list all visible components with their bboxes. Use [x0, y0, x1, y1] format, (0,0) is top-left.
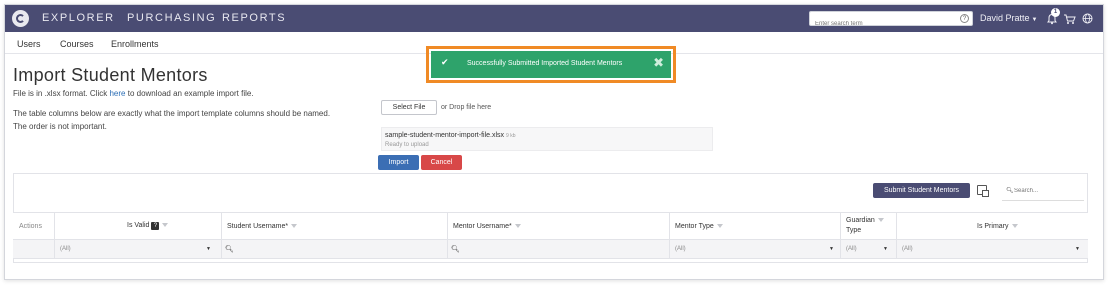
filter-icon[interactable] — [716, 224, 723, 229]
col-header-actions: Actions — [13, 213, 55, 239]
caret-down-icon: ▼ — [883, 246, 888, 252]
filter-value-is-valid: (All) — [60, 246, 71, 252]
file-list-item: sample-student-mentor-import-file.xlsx 9 … — [381, 127, 713, 151]
help-badge-icon[interactable]: ? — [151, 222, 160, 230]
col-header-is-primary[interactable]: Is Primary — [897, 213, 1088, 239]
subnav-item-courses[interactable]: Courses — [60, 39, 94, 49]
download-example-link[interactable]: here — [109, 89, 125, 98]
page-title: Import Student Mentors — [13, 65, 208, 85]
is-primary-text: Is Primary — [977, 223, 1009, 230]
col-header-mentor-type[interactable]: Mentor Type — [670, 213, 841, 239]
search-icon: 🔍︎ — [225, 246, 234, 253]
is-valid-text: Is Valid — [127, 222, 150, 229]
guardian-type-text-1: Guardian — [846, 217, 875, 224]
col-label-mentor-type: Mentor Type — [675, 223, 723, 230]
grid-search: 🔍︎ — [1002, 181, 1084, 201]
col-header-guardian-type[interactable]: Guardian Type — [841, 213, 897, 239]
filter-icon[interactable] — [514, 224, 521, 229]
cart-icon[interactable] — [1063, 13, 1076, 25]
col-label-mentor-username: Mentor Username* — [453, 223, 521, 230]
notification-badge: 1 — [1051, 8, 1060, 17]
toast-message: Successfully Submitted Imported Student … — [467, 60, 623, 67]
nav-explorer[interactable]: EXPLORER — [42, 12, 115, 24]
desc-prefix: File is in .xlsx format. Click — [13, 89, 108, 98]
filter-mentor-username[interactable]: 🔍︎ — [448, 240, 670, 258]
col-label-is-valid: Is Valid? — [127, 222, 169, 230]
subnav-item-users[interactable]: Users — [17, 39, 41, 49]
export-icon[interactable] — [977, 185, 989, 197]
col-label-guardian-type-2: Type — [846, 227, 862, 234]
file-name-row: sample-student-mentor-import-file.xlsx 9 … — [385, 132, 516, 139]
student-username-text: Student Username* — [227, 223, 289, 230]
submit-student-mentors-button[interactable]: Submit Student Mentors — [873, 183, 970, 198]
col-label-actions: Actions — [19, 223, 42, 230]
user-menu[interactable]: David Pratte ▼ — [980, 13, 1037, 23]
grid-header-row: Actions Is Valid? Student Username* Ment… — [13, 212, 1088, 240]
desc-suffix: to download an example import file. — [127, 89, 254, 98]
filter-value-guardian-type: (All) — [846, 246, 857, 252]
col-header-is-valid[interactable]: Is Valid? — [55, 213, 222, 239]
help-icon[interactable]: ? — [960, 14, 969, 23]
nav-reports[interactable]: REPORTS — [222, 12, 286, 24]
col-header-student-username[interactable]: Student Username* — [222, 213, 448, 239]
drop-zone-label[interactable]: or Drop file here — [441, 104, 491, 111]
filter-student-username[interactable]: 🔍︎ — [222, 240, 448, 258]
filter-icon[interactable] — [291, 224, 298, 229]
close-icon[interactable]: ✖ — [653, 55, 664, 71]
filter-is-primary[interactable]: (All) ▼ — [897, 240, 1088, 258]
filter-is-valid[interactable]: (All) ▼ — [55, 240, 222, 258]
success-toast: ✔ Successfully Submitted Imported Studen… — [431, 51, 671, 78]
select-file-button[interactable]: Select File — [381, 100, 437, 115]
top-nav: EXPLORER PURCHASING REPORTS ? David Prat… — [5, 5, 1103, 32]
file-name: sample-student-mentor-import-file.xlsx — [385, 132, 505, 139]
filter-icon[interactable] — [162, 223, 169, 228]
app-window: EXPLORER PURCHASING REPORTS ? David Prat… — [4, 4, 1104, 280]
subnav-item-enrollments[interactable]: Enrollments — [111, 39, 159, 49]
check-icon: ✔ — [441, 57, 449, 67]
filter-value-is-primary: (All) — [902, 246, 913, 252]
search-icon: 🔍︎ — [1006, 188, 1014, 194]
col-label-student-username: Student Username* — [227, 223, 298, 230]
col-label-guardian-type-1: Guardian — [846, 217, 884, 224]
search-icon: 🔍︎ — [451, 246, 460, 253]
caret-down-icon: ▼ — [206, 246, 211, 252]
user-name: David Pratte — [980, 13, 1030, 23]
col-label-is-primary: Is Primary — [977, 223, 1018, 230]
filter-icon[interactable] — [877, 218, 884, 223]
col-header-mentor-username[interactable]: Mentor Username* — [448, 213, 670, 239]
order-instructions: The order is not important. — [13, 122, 107, 131]
global-search: ? — [809, 11, 973, 31]
import-instructions: File is in .xlsx format. Click here to d… — [13, 89, 254, 98]
cancel-button[interactable]: Cancel — [421, 155, 462, 170]
filter-guardian-type[interactable]: (All) ▼ — [841, 240, 897, 258]
filter-icon[interactable] — [1011, 224, 1018, 229]
global-search-input[interactable] — [810, 17, 950, 31]
grid-search-input[interactable] — [1014, 185, 1080, 197]
caret-down-icon: ▼ — [1075, 246, 1080, 252]
globe-icon[interactable] — [1082, 13, 1093, 24]
nav-purchasing[interactable]: PURCHASING — [127, 12, 216, 24]
file-size: 9 kb — [506, 133, 516, 139]
column-instructions: The table columns below are exactly what… — [13, 109, 331, 118]
app-logo-icon[interactable] — [12, 10, 29, 27]
filter-cell-actions — [13, 240, 55, 258]
file-status: Ready to upload — [385, 142, 429, 148]
mentor-username-text: Mentor Username* — [453, 223, 512, 230]
grid-filter-row: (All) ▼ 🔍︎ 🔍︎ (All) ▼ (All) ▼ (All) ▼ — [13, 240, 1088, 259]
filter-value-mentor-type: (All) — [675, 246, 686, 252]
caret-down-icon: ▼ — [1031, 17, 1038, 23]
import-button[interactable]: Import — [378, 155, 419, 170]
mentor-type-text: Mentor Type — [675, 223, 714, 230]
filter-mentor-type[interactable]: (All) ▼ — [670, 240, 841, 258]
caret-down-icon: ▼ — [829, 246, 834, 252]
